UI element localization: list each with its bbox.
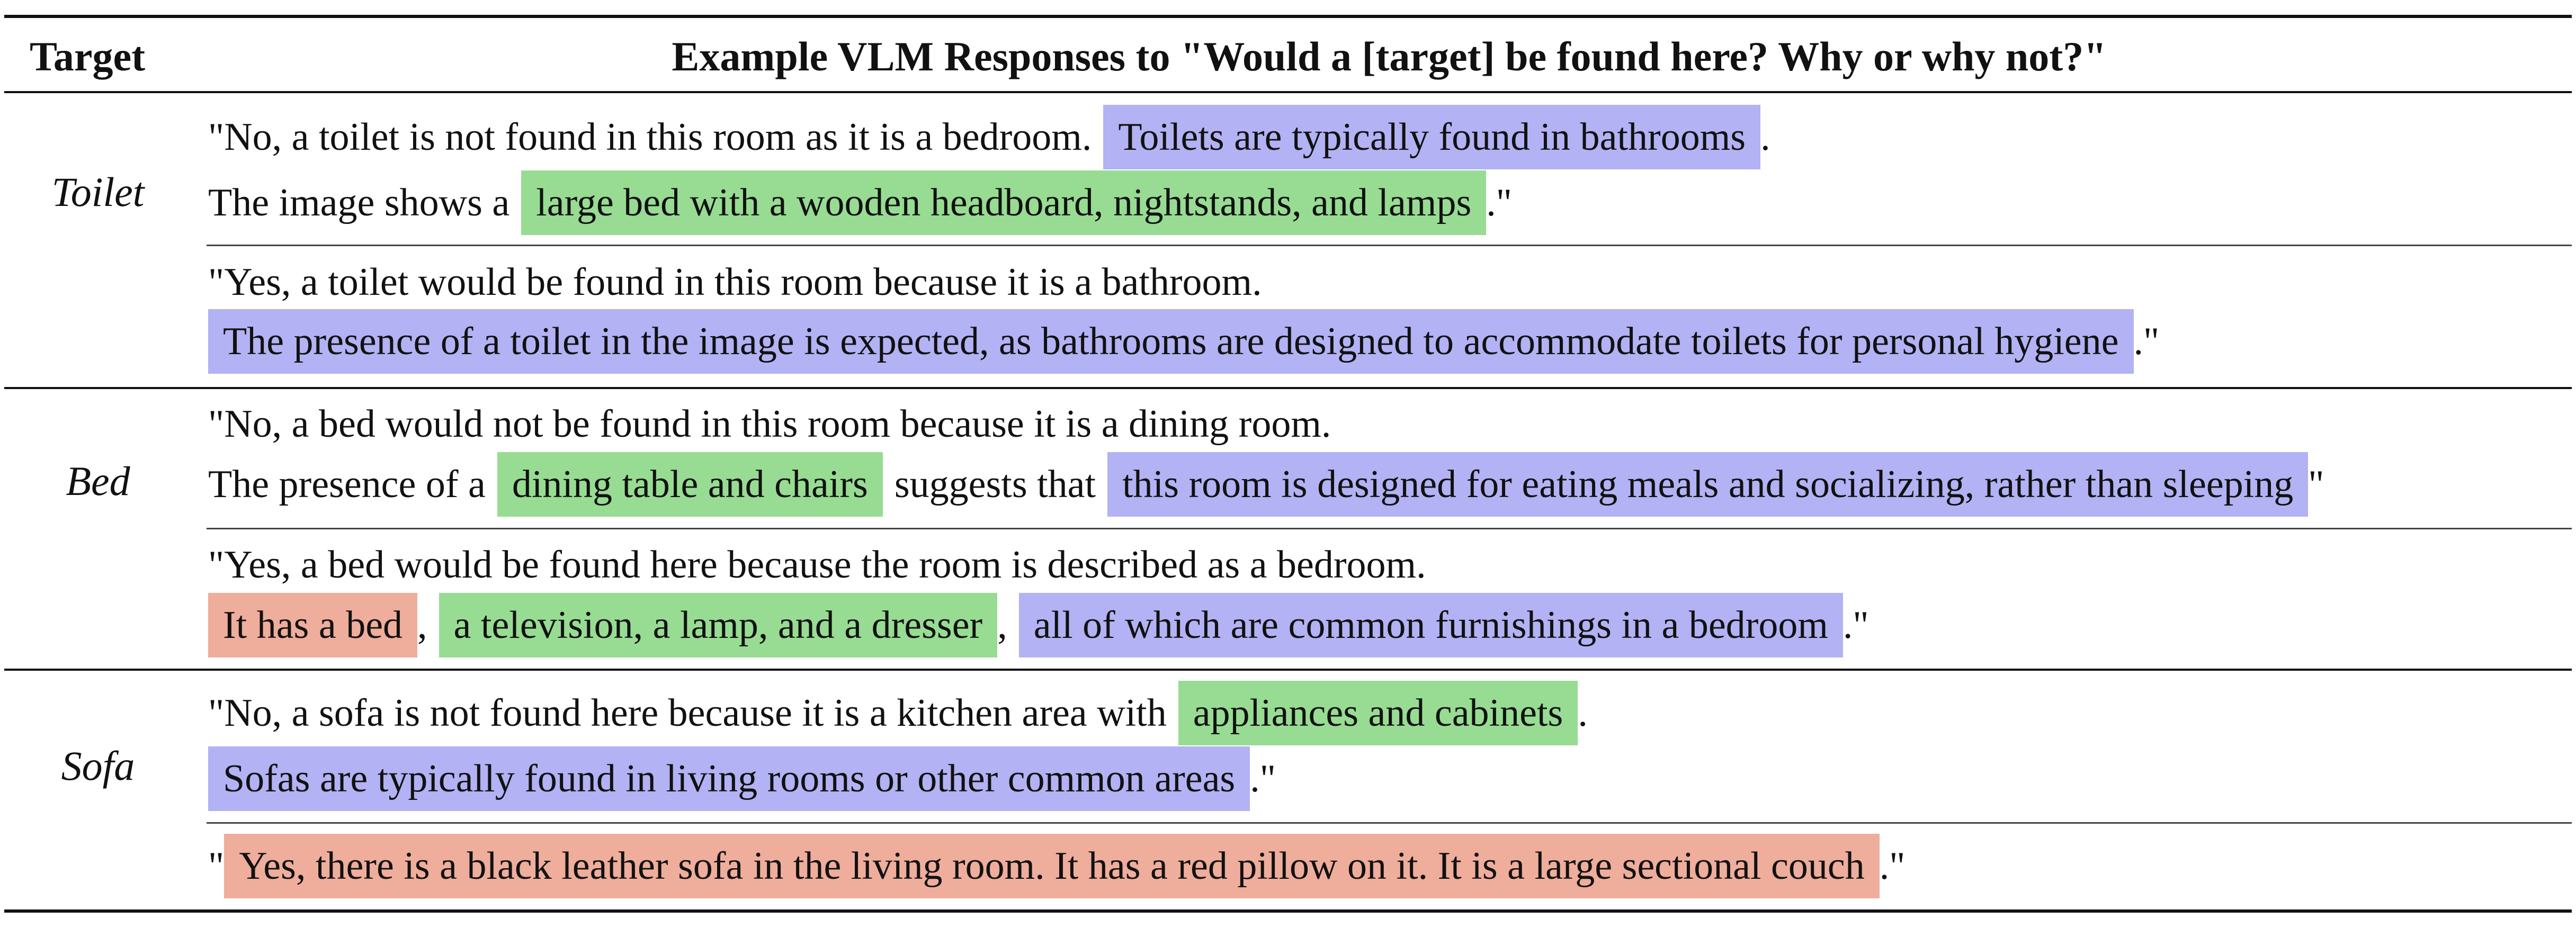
response-punctuation: , [417,603,427,647]
response-text: "Yes, a bed would be found here because … [208,543,1426,587]
response-punctuation: , [997,603,1007,647]
target-label-toilet: Toilet [51,169,145,215]
highlight-green: a television, a lamp, and a dresser [439,593,998,657]
highlight-blue: The presence of a toilet in the image is… [208,309,2134,374]
highlight-red: Yes, there is a black leather sofa in th… [224,834,1880,898]
response-text: The image shows a [208,181,510,224]
toilet-response-1-line-2: The image shows a large bed with a woode… [208,170,1512,235]
toilet-response-2-line-2: The presence of a toilet in the image is… [208,309,2159,374]
bed-response-2-line-2: It has a bed , a television, a lamp, and… [208,593,1869,657]
response-punctuation: ." [2133,319,2160,363]
response-punctuation: . [1760,115,1770,159]
response-punctuation: ." [1250,756,1276,800]
sofa-response-2-line-1: " Yes, there is a black leather sofa in … [208,834,1905,898]
highlight-blue: Toilets are typically found in bathrooms [1103,105,1761,169]
column-header-responses: Example VLM Responses to "Would a [targe… [672,33,2107,79]
response-punctuation: " [2308,462,2324,506]
toilet-response-2-line-1: "Yes, a toilet would be found in this ro… [208,250,1262,314]
toilet-divider-rule [207,245,2572,246]
sofa-divider-rule [207,822,2572,824]
response-punctuation: . [1578,691,1588,735]
highlight-blue: Sofas are typically found in living room… [208,746,1250,811]
sofa-response-1-line-1: "No, a sofa is not found here because it… [208,681,1588,745]
response-text: "Yes, a toilet would be found in this ro… [208,260,1262,304]
section-rule-bed-sofa [4,669,2572,671]
highlight-blue: this room is designed for eating meals a… [1107,452,2309,517]
highlight-red: It has a bed [208,593,418,657]
bottom-rule [4,909,2572,913]
bed-divider-rule [207,528,2572,529]
response-text: suggests that [894,462,1096,506]
section-rule-toilet-bed [4,387,2572,389]
target-label-sofa: Sofa [61,743,135,789]
response-punctuation: ." [1842,603,1869,647]
response-punctuation: " [208,844,225,888]
bed-response-2-line-1: "Yes, a bed would be found here because … [208,533,1426,597]
highlight-green: dining table and chairs [497,452,883,517]
highlight-green: appliances and cabinets [1178,681,1578,745]
highlight-blue: all of which are common furnishings in a… [1018,593,1843,657]
response-text: "No, a sofa is not found here because it… [208,691,1167,735]
column-header-target: Target [30,33,146,79]
sofa-response-1-line-2: Sofas are typically found in living room… [208,746,1276,811]
response-punctuation: ." [1879,844,1906,888]
toilet-response-1-line-1: "No, a toilet is not found in this room … [208,105,1770,169]
bed-response-1-line-2: The presence of a dining table and chair… [208,452,2324,517]
response-text: The presence of a [208,462,486,506]
bed-response-1-line-1: "No, a bed would not be found in this ro… [208,392,1331,456]
target-label-bed: Bed [66,458,130,504]
response-text: "No, a toilet is not found in this room … [208,115,1092,159]
highlight-green: large bed with a wooden headboard, night… [521,170,1487,235]
response-punctuation: ." [1486,181,1512,224]
response-text: "No, a bed would not be found in this ro… [208,402,1331,446]
